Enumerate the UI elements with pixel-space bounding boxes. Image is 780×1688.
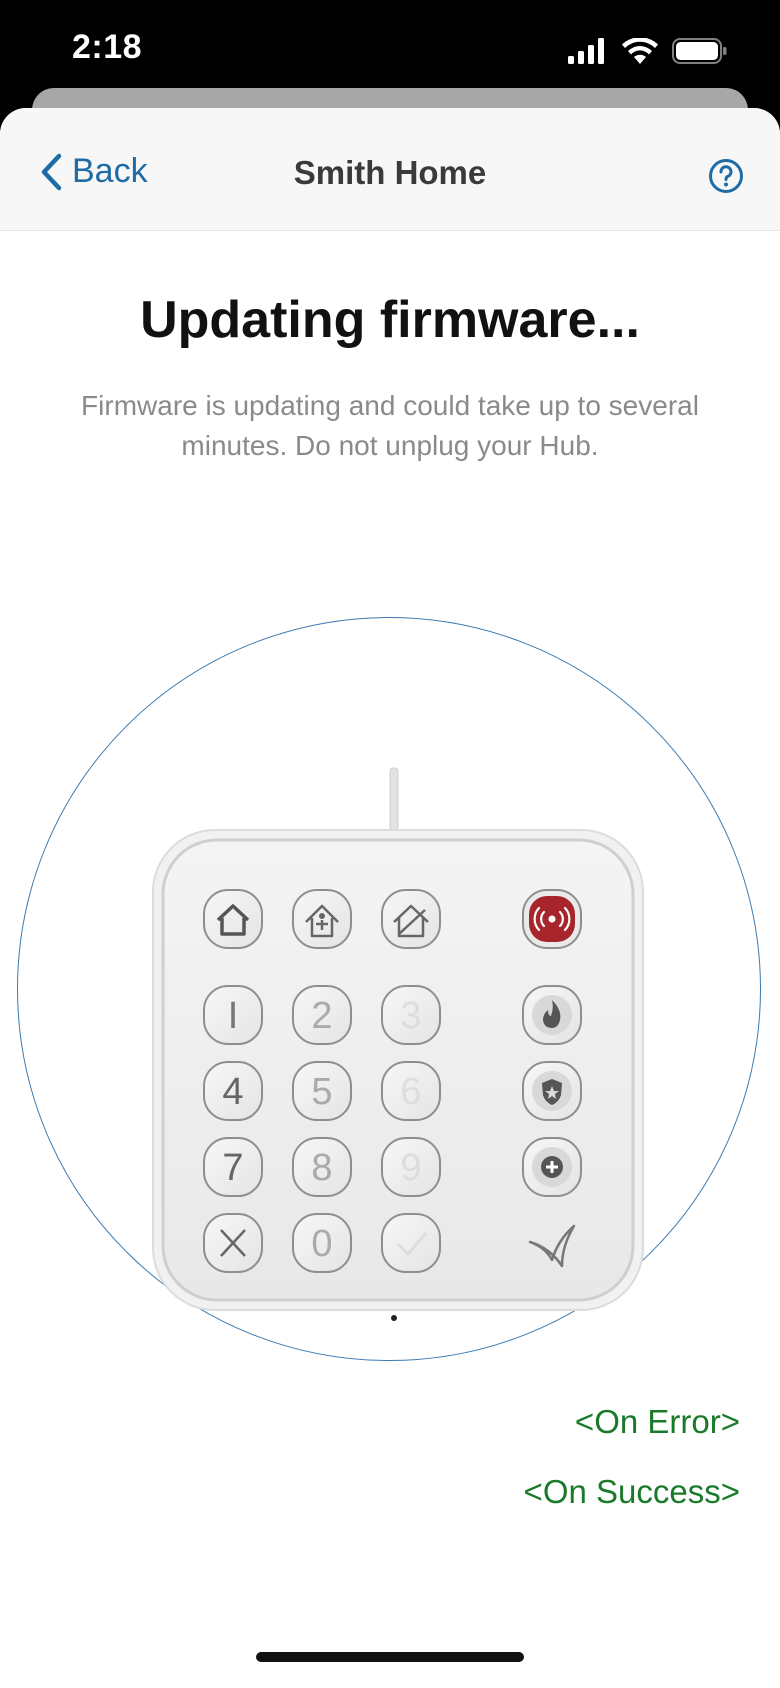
modal-sheet: Back Smith Home Updating firmware... Fir… xyxy=(0,108,780,1688)
battery-icon xyxy=(672,38,727,64)
help-button[interactable] xyxy=(708,158,744,194)
power-cable xyxy=(389,767,399,831)
status-bar: 2:18 xyxy=(0,0,780,100)
svg-text:7: 7 xyxy=(222,1147,243,1189)
siren-alarm-key xyxy=(522,889,582,949)
question-circle-icon xyxy=(709,159,743,193)
svg-text:3: 3 xyxy=(400,995,421,1037)
home-mode-key xyxy=(203,889,263,949)
page-title: Updating firmware... xyxy=(140,291,640,349)
svg-text:2: 2 xyxy=(311,995,332,1037)
microphone-hole xyxy=(391,1315,397,1321)
page-subtitle: Firmware is updating and could take up t… xyxy=(81,390,699,461)
fire-key xyxy=(522,985,582,1045)
away-mode-key xyxy=(381,889,441,949)
navigation-bar: Back Smith Home xyxy=(0,108,780,231)
svg-text:6: 6 xyxy=(400,1071,421,1113)
svg-text:0: 0 xyxy=(311,1223,332,1265)
svg-text:I: I xyxy=(228,995,239,1037)
on-success-link[interactable]: <On Success> xyxy=(524,1473,740,1511)
siren-alarm-icon xyxy=(548,915,556,923)
on-error-link[interactable]: <On Error> xyxy=(575,1403,740,1441)
svg-text:9: 9 xyxy=(400,1147,421,1189)
status-time: 2:18 xyxy=(72,28,143,66)
home-indicator xyxy=(256,1652,524,1662)
keypad-illustration: I 2 3 4 5 6 7 8 9 0 xyxy=(152,767,644,1321)
svg-text:5: 5 xyxy=(311,1071,332,1113)
cellular-signal-icon xyxy=(568,38,604,64)
key-confirm xyxy=(381,1213,441,1273)
app-screen: 2:18 Back Smith Home Updating firmware..… xyxy=(0,0,780,1688)
svg-text:4: 4 xyxy=(222,1071,243,1113)
nav-title: Smith Home xyxy=(293,154,487,191)
police-key xyxy=(522,1061,582,1121)
svg-text:8: 8 xyxy=(311,1147,332,1189)
wifi-icon xyxy=(622,38,658,64)
status-icons xyxy=(568,38,728,64)
medical-key xyxy=(522,1137,582,1197)
stay-mode-key xyxy=(292,889,352,949)
